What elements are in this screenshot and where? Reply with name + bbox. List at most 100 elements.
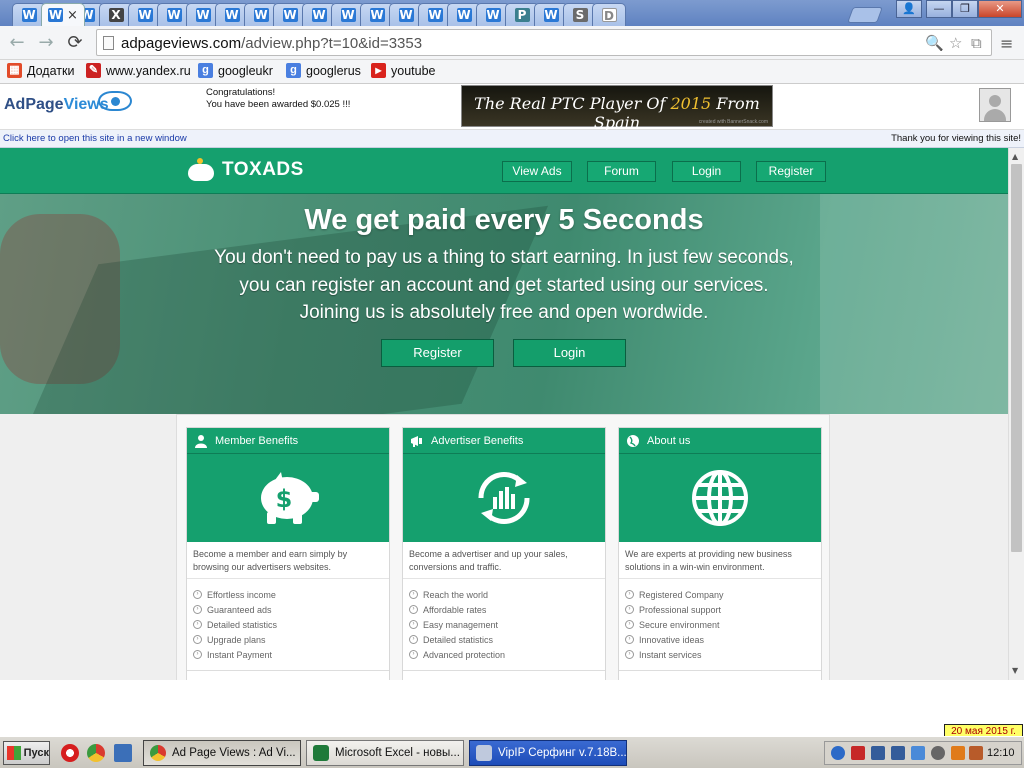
- scroll-down-icon[interactable]: ▼: [1012, 666, 1018, 675]
- chrome-icon: [150, 745, 166, 761]
- tab-favicon-icon: W: [369, 8, 385, 22]
- tab-favicon-icon: W: [195, 8, 211, 22]
- adpageviews-logo[interactable]: AdPageViews: [4, 96, 109, 114]
- scroll-thumb[interactable]: [1011, 164, 1022, 552]
- tab-favicon-icon: X: [108, 8, 124, 22]
- reward-message: Congratulations! You have been awarded $…: [206, 87, 350, 111]
- bookmark-googleukr[interactable]: g googleukr: [198, 63, 273, 78]
- tab-favicon-icon: W: [253, 8, 269, 22]
- user-icon: 👤: [902, 2, 916, 15]
- maximize-button[interactable]: ❐: [952, 0, 978, 18]
- start-button[interactable]: Пуск: [3, 741, 50, 765]
- display-icon[interactable]: [911, 746, 925, 760]
- settings-icon[interactable]: [931, 746, 945, 760]
- bookmark-label: www.yandex.ru: [106, 63, 191, 78]
- chevron-circle-icon: ›: [193, 590, 202, 599]
- hero-login-button[interactable]: Login: [513, 339, 626, 367]
- taskbar-item-vipip[interactable]: VipIP Серфинг v.7.18B...: [469, 740, 627, 766]
- banner-ad[interactable]: The Real PTC Player Of 2015 From Spain c…: [461, 85, 773, 132]
- chevron-circle-icon: ›: [409, 605, 418, 614]
- taskbar-item-chrome[interactable]: Ad Page Views : Ad Vi...: [143, 740, 301, 766]
- apps-icon: ▦: [7, 63, 22, 78]
- hero-register-button[interactable]: Register: [381, 339, 494, 367]
- browser-tab[interactable]: D: [592, 3, 626, 26]
- search-icon[interactable]: 🔍: [925, 34, 944, 52]
- congrats-title: Congratulations!: [206, 87, 276, 98]
- reload-button[interactable]: ⟳: [65, 32, 85, 53]
- tab-favicon-icon: W: [456, 8, 472, 22]
- antivirus-icon[interactable]: [851, 746, 865, 760]
- chevron-circle-icon: ›: [409, 620, 418, 629]
- user-icon: [195, 435, 207, 448]
- avatar[interactable]: [979, 88, 1011, 122]
- chrome-icon[interactable]: [87, 744, 105, 762]
- tray-app-icon[interactable]: [951, 746, 965, 760]
- chevron-circle-icon: ›: [193, 620, 202, 629]
- adpageviews-header: AdPageViews Congratulations! You have be…: [0, 84, 1024, 132]
- taskbar-item-excel[interactable]: Microsoft Excel - новы...: [306, 740, 464, 766]
- card-feature-list: › Reach the world › Affordable rates › Easy…: [409, 587, 599, 662]
- chart-refresh-icon: [478, 472, 530, 524]
- clock[interactable]: 12:10: [987, 747, 1015, 759]
- opera-icon[interactable]: [61, 744, 79, 762]
- thank-you-text: Thank you for viewing this site!: [891, 133, 1021, 144]
- site-logo[interactable]: TOXADS: [186, 158, 304, 182]
- card-description: We are experts at providing new business…: [625, 549, 792, 572]
- forward-arrow-icon: →: [38, 32, 54, 53]
- brand-name: TOXADS: [222, 159, 304, 180]
- back-button[interactable]: ←: [7, 32, 27, 53]
- browser-toolbar: ← → ⟳ adpageviews.com/adview.php?t=10&id…: [0, 26, 1024, 60]
- forward-button[interactable]: →: [36, 32, 56, 53]
- nav-view-ads[interactable]: View Ads: [502, 161, 572, 182]
- tab-favicon-icon: W: [137, 8, 153, 22]
- chevron-circle-icon: ›: [193, 605, 202, 614]
- card-banner: $: [187, 454, 389, 542]
- user-profile-button[interactable]: 👤: [896, 0, 922, 18]
- chevron-circle-icon: ›: [625, 620, 634, 629]
- nav-register[interactable]: Register: [756, 161, 826, 182]
- google-icon: g: [198, 63, 213, 78]
- chevron-circle-icon: ›: [193, 650, 202, 659]
- bookmark-yandex[interactable]: ✎ www.yandex.ru: [86, 63, 191, 78]
- volume-icon[interactable]: [969, 746, 983, 760]
- card-description: Become a advertiser and up your sales, c…: [409, 549, 568, 572]
- tab-favicon-icon: W: [224, 8, 240, 22]
- close-window-button[interactable]: ✕: [978, 0, 1022, 18]
- maximize-icon: ❐: [960, 2, 970, 15]
- browser-tab[interactable]: W ×: [41, 3, 85, 26]
- card-title: Advertiser Benefits: [431, 435, 524, 447]
- list-item: › Secure environment: [625, 617, 815, 632]
- svg-text:$: $: [276, 485, 293, 513]
- tab-favicon-icon: P: [514, 8, 530, 22]
- list-item: › Affordable rates: [409, 602, 599, 617]
- extension-icon[interactable]: ⧉: [971, 34, 982, 52]
- frame-info-bar: Click here to open this site in a new wi…: [0, 130, 1024, 148]
- minimize-button[interactable]: —: [926, 0, 952, 18]
- network-icon[interactable]: [831, 746, 845, 760]
- connection-icon[interactable]: [871, 746, 885, 760]
- star-icon[interactable]: ☆: [949, 34, 962, 52]
- desktop-icon[interactable]: [114, 744, 132, 762]
- tab-favicon-icon: W: [340, 8, 356, 22]
- toxads-logo-icon: [186, 158, 216, 182]
- nav-forum[interactable]: Forum: [587, 161, 656, 182]
- globe-small-icon: [627, 435, 639, 447]
- new-tab-button[interactable]: [847, 7, 883, 23]
- close-icon: ✕: [995, 2, 1005, 15]
- page-scrollbar[interactable]: ▲ ▼: [1008, 148, 1024, 680]
- bookmark-youtube[interactable]: ▶ youtube: [371, 63, 435, 78]
- address-bar[interactable]: adpageviews.com/adview.php?t=10&id=3353 …: [96, 29, 992, 56]
- open-in-new-window-link[interactable]: Click here to open this site in a new wi…: [3, 133, 187, 144]
- bookmarks-bar: ▦ Додатки ✎ www.yandex.ru g googleukr g goog…: [0, 60, 1024, 84]
- card-member-benefits: Member Benefits $ Become a member and ea…: [186, 427, 390, 680]
- list-item: › Innovative ideas: [625, 632, 815, 647]
- close-tab-icon[interactable]: ×: [67, 8, 78, 23]
- connection-icon[interactable]: [891, 746, 905, 760]
- card-header: Advertiser Benefits: [403, 428, 605, 454]
- back-arrow-icon: ←: [9, 32, 25, 53]
- scroll-up-icon[interactable]: ▲: [1012, 152, 1018, 161]
- bookmark-googlerus[interactable]: g googlerus: [286, 63, 361, 78]
- nav-login[interactable]: Login: [672, 161, 741, 182]
- bookmark-apps[interactable]: ▦ Додатки: [7, 63, 74, 78]
- chrome-menu-icon[interactable]: ≡: [1000, 34, 1013, 53]
